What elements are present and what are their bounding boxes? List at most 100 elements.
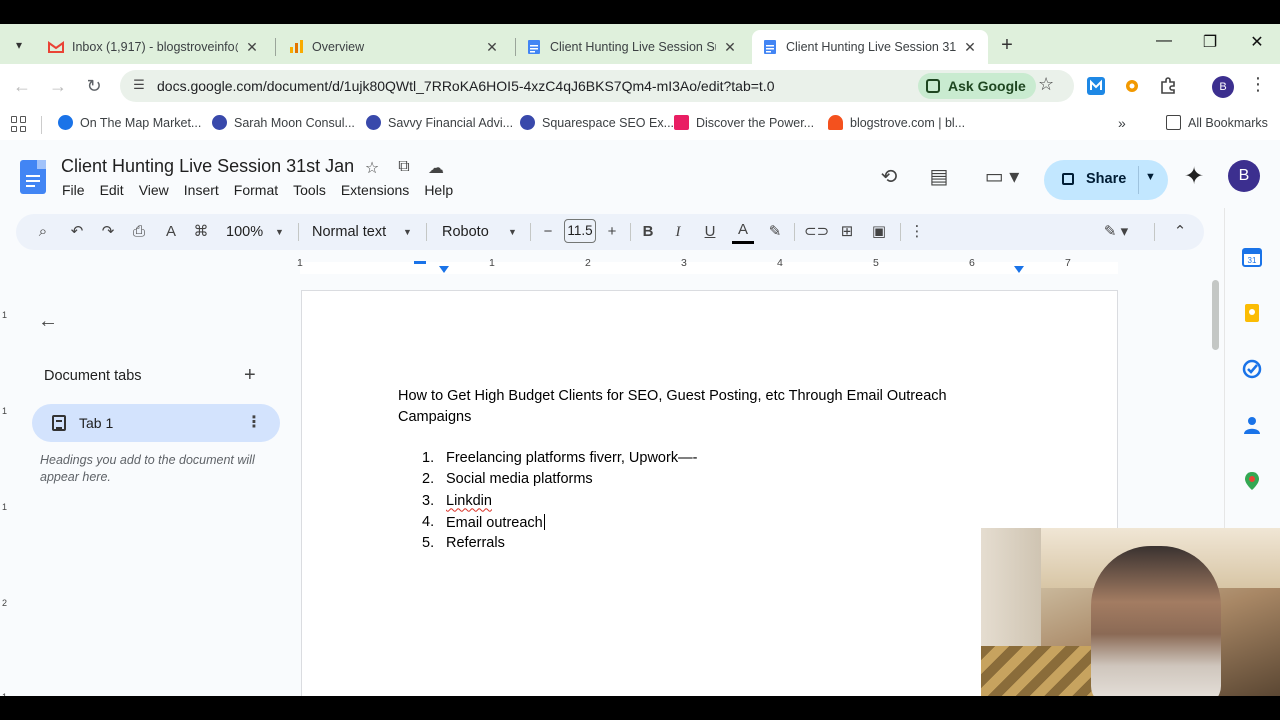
all-bookmarks-button[interactable]: All Bookmarks [1166, 115, 1268, 130]
bookmark-item[interactable]: Squarespace SEO Ex... [520, 115, 674, 130]
back-arrow-icon[interactable]: ← [38, 310, 58, 333]
meet-icon[interactable]: ▭ ▾ [980, 164, 1024, 190]
document-tab-1[interactable]: Tab 1 ⋮ [32, 404, 280, 442]
close-tab-icon[interactable]: ✕ [722, 39, 738, 56]
bookmark-star-icon[interactable]: ☆ [1038, 74, 1054, 95]
browser-tab-docs-summary[interactable]: Client Hunting Live Session Sum ✕ [516, 30, 748, 64]
back-icon[interactable]: ← [10, 74, 34, 98]
extension-gear-icon[interactable] [1122, 76, 1142, 96]
extension-m-icon[interactable] [1086, 76, 1106, 96]
bookmark-item[interactable]: On The Map Market... [58, 115, 201, 130]
browser-menu-icon[interactable]: ⋮ [1248, 74, 1268, 95]
forward-icon[interactable]: → [46, 74, 70, 98]
search-menus-icon[interactable]: ⌕ [32, 220, 54, 244]
menu-insert[interactable]: Insert [184, 182, 219, 198]
paint-format-icon[interactable]: ⌘ [190, 220, 212, 244]
comments-icon[interactable]: ▤ [926, 164, 952, 190]
cloud-saved-icon[interactable]: ☁ [426, 158, 446, 178]
move-folder-icon[interactable]: ⧉ [394, 158, 414, 176]
right-indent-marker[interactable] [1014, 266, 1024, 273]
style-select[interactable]: Normal text [312, 220, 402, 244]
vertical-scrollbar[interactable] [1212, 274, 1220, 374]
document-heading[interactable]: How to Get High Budget Clients for SEO, … [398, 386, 998, 428]
bookmark-item[interactable]: blogstrove.com | bl... [828, 115, 965, 130]
bold-icon[interactable]: B [638, 220, 658, 244]
share-dropdown-icon[interactable]: ▼ [1145, 171, 1156, 183]
highlight-icon[interactable]: ✎ [764, 220, 786, 244]
redo-icon[interactable]: ↷ [97, 220, 119, 244]
menu-tools[interactable]: Tools [293, 182, 326, 198]
close-tab-icon[interactable]: ✕ [484, 39, 500, 56]
window-close-icon[interactable]: ✕ [1245, 32, 1269, 52]
share-button[interactable]: Share ▼ [1044, 160, 1168, 200]
browser-tab-docs-active[interactable]: Client Hunting Live Session 31st ✕ [752, 30, 988, 64]
italic-icon[interactable]: I [668, 220, 688, 244]
bookmark-item[interactable]: Savvy Financial Advi... [366, 115, 513, 130]
minimize-icon[interactable]: — [1152, 32, 1176, 50]
tab-options-icon[interactable]: ⋮ [246, 412, 262, 432]
site-info-icon[interactable]: ☰ [130, 77, 148, 95]
account-avatar[interactable]: B [1228, 160, 1260, 192]
underline-icon[interactable]: U [700, 220, 720, 244]
more-bookmarks-icon[interactable]: » [1118, 115, 1126, 131]
menu-view[interactable]: View [139, 182, 169, 198]
address-bar[interactable]: ☰ docs.google.com/document/d/1ujk80QWtl_… [120, 70, 1074, 102]
text-color-icon[interactable]: A [732, 220, 754, 244]
menu-extensions[interactable]: Extensions [341, 182, 409, 198]
new-tab-icon[interactable]: + [996, 34, 1018, 57]
menu-format[interactable]: Format [234, 182, 278, 198]
tasks-icon[interactable] [1241, 358, 1263, 380]
more-options-icon[interactable]: ⋮ [908, 220, 926, 244]
list-item[interactable]: 3. Linkdin [398, 493, 898, 514]
scroll-thumb[interactable] [1212, 280, 1219, 350]
document-title[interactable]: Client Hunting Live Session 31st Jan [61, 156, 354, 177]
hide-menus-icon[interactable]: ⌃ [1170, 220, 1190, 244]
url-text[interactable]: docs.google.com/document/d/1ujk80QWtl_7R… [157, 78, 774, 94]
gemini-icon[interactable]: ✦ [1184, 162, 1204, 191]
menu-file[interactable]: File [62, 182, 85, 198]
star-icon[interactable]: ☆ [362, 158, 382, 178]
bookmark-item[interactable]: Sarah Moon Consul... [212, 115, 355, 130]
list-item[interactable]: 1. Freelancing platforms fiverr, Upwork—- [398, 450, 898, 471]
keep-icon[interactable] [1241, 302, 1263, 324]
close-tab-icon[interactable]: ✕ [244, 39, 260, 56]
left-indent-marker[interactable] [439, 266, 449, 273]
calendar-icon[interactable]: 31 [1241, 246, 1263, 268]
zoom-select[interactable]: 100% [226, 220, 274, 244]
list-item[interactable]: 2. Social media platforms [398, 471, 898, 492]
undo-icon[interactable]: ↶ [66, 220, 88, 244]
browser-profile-avatar[interactable]: B [1212, 76, 1234, 98]
first-line-indent-marker[interactable] [414, 261, 426, 264]
reload-icon[interactable]: ↻ [82, 74, 106, 98]
insert-link-icon[interactable]: ⊂⊃ [804, 220, 829, 244]
ask-google-button[interactable]: Ask Google [918, 73, 1036, 99]
apps-icon[interactable] [11, 116, 27, 132]
contacts-icon[interactable] [1241, 414, 1263, 436]
browser-tab-gmail[interactable]: Inbox (1,917) - blogstroveinfo@ ✕ [38, 30, 270, 64]
add-comment-icon[interactable]: ⊞ [836, 220, 858, 244]
extensions-puzzle-icon[interactable] [1158, 76, 1178, 96]
version-history-icon[interactable]: ⟲ [876, 164, 902, 190]
editing-mode-icon[interactable]: ✎ ▾ [1098, 220, 1134, 244]
list-item[interactable]: 4. Email outreach [398, 513, 898, 535]
insert-image-icon[interactable]: ▣ [868, 220, 890, 244]
tab-search-icon[interactable]: ▾ [8, 34, 30, 56]
close-tab-icon[interactable]: ✕ [962, 39, 978, 56]
maps-icon[interactable] [1241, 470, 1263, 492]
restore-icon[interactable]: ❐ [1198, 32, 1222, 52]
browser-tab-overview[interactable]: Overview ✕ [278, 30, 510, 64]
menu-edit[interactable]: Edit [100, 182, 124, 198]
horizontal-ruler[interactable]: 1 1 2 3 4 5 6 7 [0, 256, 1210, 274]
add-tab-icon[interactable]: + [244, 364, 256, 387]
font-select[interactable]: Roboto [442, 220, 508, 244]
print-icon[interactable]: ⎙ [128, 220, 150, 244]
spellcheck-icon[interactable]: A [160, 220, 182, 244]
list-item[interactable]: 5. Referrals [398, 535, 898, 556]
numbered-list[interactable]: 1. Freelancing platforms fiverr, Upwork—-… [398, 450, 898, 556]
increase-font-size-icon[interactable]: + [602, 220, 622, 244]
menu-help[interactable]: Help [424, 182, 453, 198]
decrease-font-size-icon[interactable]: − [538, 220, 558, 244]
font-size-input[interactable]: 11.5 [564, 219, 596, 243]
docs-logo-icon[interactable] [20, 160, 46, 194]
bookmark-item[interactable]: Discover the Power... [674, 115, 814, 130]
